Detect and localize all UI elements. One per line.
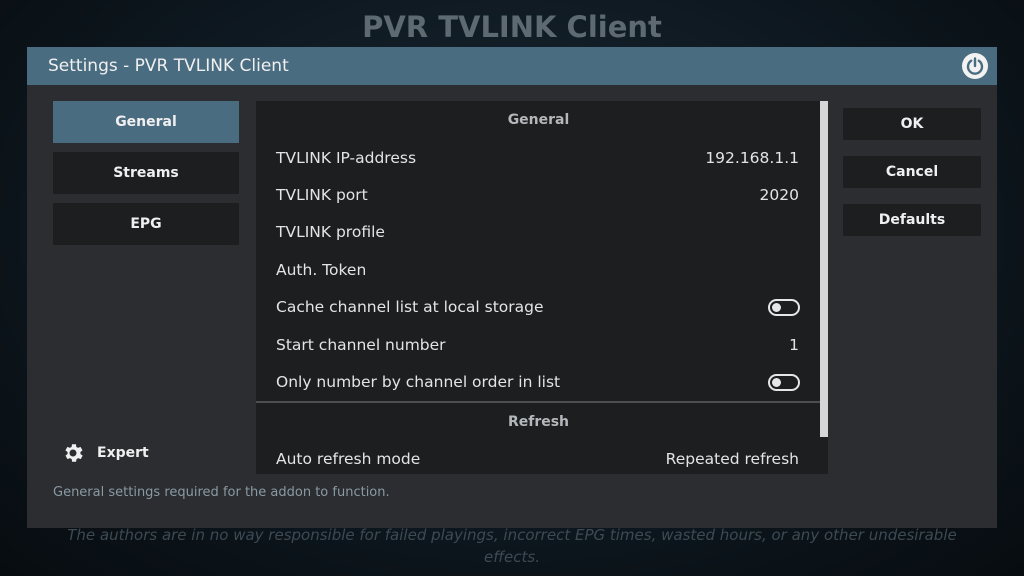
setting-auto-refresh-mode[interactable]: Auto refresh mode Repeated refresh — [256, 441, 821, 474]
setting-value: 1 — [789, 335, 799, 354]
setting-label: Only number by channel order in list — [276, 373, 561, 392]
scrollbar[interactable] — [820, 101, 828, 474]
defaults-button[interactable]: Defaults — [843, 204, 981, 236]
background-title: PVR TVLINK Client — [362, 10, 662, 44]
setting-value: 2020 — [759, 186, 799, 205]
setting-port[interactable]: TVLINK port 2020 — [256, 176, 821, 213]
setting-auth-token[interactable]: Auth. Token — [256, 251, 821, 288]
setting-start-channel-number[interactable]: Start channel number 1 — [256, 326, 821, 363]
dialog-buttons: OK Cancel Defaults — [843, 108, 981, 252]
settings-dialog: Settings - PVR TVLINK Client General Str… — [27, 47, 997, 528]
setting-label: Cache channel list at local storage — [276, 298, 544, 317]
ok-button[interactable]: OK — [843, 108, 981, 140]
section-header-refresh: Refresh — [507, 413, 570, 430]
section-header-general: General — [507, 112, 570, 128]
dialog-header: Settings - PVR TVLINK Client — [27, 47, 997, 85]
nav-item-general[interactable]: General — [53, 101, 239, 143]
setting-value: 192.168.1.1 — [705, 148, 799, 167]
setting-label: TVLINK IP-address — [276, 148, 417, 167]
cancel-button[interactable]: Cancel — [843, 156, 981, 188]
setting-value: Repeated refresh — [665, 450, 799, 469]
expert-level-button[interactable]: Expert — [61, 441, 149, 465]
expert-label: Expert — [97, 445, 149, 461]
setting-label: TVLINK port — [276, 186, 368, 205]
disclaimer-text: The authors are in no way responsible fo… — [67, 526, 957, 566]
setting-label: Start channel number — [276, 335, 446, 354]
nav-item-epg[interactable]: EPG — [53, 203, 239, 245]
setting-label: Auth. Token — [276, 260, 367, 279]
setting-cache-channel-list[interactable]: Cache channel list at local storage — [256, 289, 821, 326]
help-text: General settings required for the addon … — [53, 485, 390, 500]
power-icon[interactable] — [962, 53, 988, 79]
gear-icon — [65, 444, 83, 462]
nav-item-streams[interactable]: Streams — [53, 152, 239, 194]
dialog-title: Settings - PVR TVLINK Client — [48, 56, 289, 76]
setting-ip-address[interactable]: TVLINK IP-address 192.168.1.1 — [256, 139, 821, 176]
toggle-switch-off[interactable] — [768, 373, 800, 391]
scrollbar-thumb[interactable] — [820, 101, 828, 437]
settings-list: General TVLINK IP-address 192.168.1.1 TV… — [256, 101, 821, 474]
setting-label: Auto refresh mode — [276, 450, 421, 469]
setting-number-by-order[interactable]: Only number by channel order in list — [256, 363, 821, 400]
setting-profile[interactable]: TVLINK profile — [256, 214, 821, 251]
setting-label: TVLINK profile — [276, 223, 385, 242]
toggle-switch-off[interactable] — [768, 298, 800, 316]
category-nav: General Streams EPG — [53, 101, 239, 254]
